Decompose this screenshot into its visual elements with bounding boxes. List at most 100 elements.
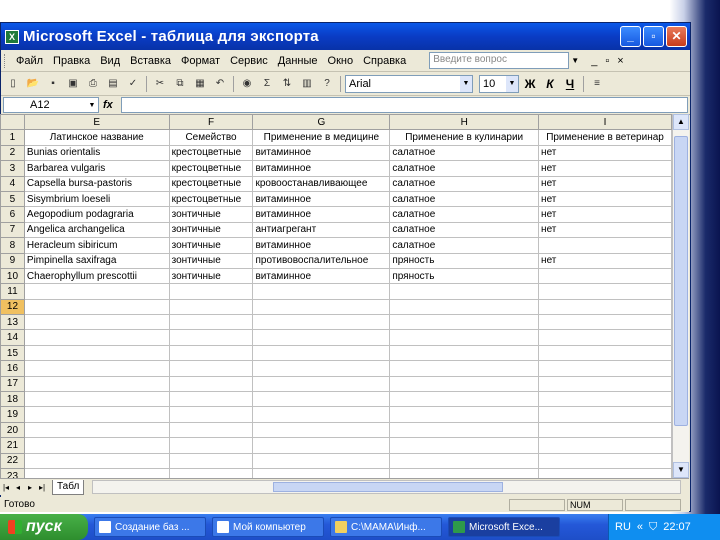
sheet-tab[interactable]: Табл [52, 479, 85, 495]
menu-insert[interactable]: Вставка [125, 55, 176, 67]
sort-icon[interactable]: ⇅ [278, 75, 296, 93]
grid-cell[interactable]: витаминное [252, 144, 391, 162]
underline-button[interactable]: Ч [561, 77, 579, 91]
grid-cell[interactable]: нет [538, 175, 672, 192]
row-header[interactable]: 4 [0, 175, 25, 192]
column-header-e[interactable]: E [23, 114, 170, 131]
grid-cell[interactable]: Barbarea vulgaris [23, 160, 170, 177]
grid-cell[interactable] [252, 406, 391, 423]
chevron-down-icon[interactable]: ▼ [86, 102, 98, 109]
grid-cell[interactable]: пряность [389, 267, 540, 285]
grid-cell[interactable]: салатное [389, 175, 540, 192]
grid-cell[interactable]: Angelica archangelica [23, 221, 170, 239]
grid-cell[interactable] [538, 283, 672, 300]
row-header[interactable]: 11 [0, 283, 25, 300]
grid-cell[interactable]: витаминное [252, 190, 391, 208]
grid-cell[interactable]: нет [538, 252, 672, 269]
grid-cell[interactable] [252, 283, 391, 300]
grid-cell[interactable]: Bunias orientalis [23, 144, 170, 162]
grid-cell[interactable]: витаминное [252, 267, 391, 285]
grid-cell[interactable]: витаминное [252, 206, 391, 223]
grid-cell[interactable]: салатное [389, 190, 540, 208]
grid-cell[interactable]: витаминное [252, 237, 391, 254]
row-header[interactable]: 21 [0, 437, 25, 454]
select-all-corner[interactable] [0, 114, 25, 131]
bold-button[interactable]: Ж [521, 77, 539, 91]
grid-cell[interactable] [389, 314, 540, 331]
grid-cell[interactable] [23, 375, 170, 393]
task-folder[interactable]: C:\МАМА\Инф... [330, 517, 442, 537]
italic-button[interactable]: К [541, 77, 559, 91]
grid-cell[interactable] [23, 467, 170, 478]
grid-cell[interactable] [252, 391, 391, 408]
column-header-i[interactable]: I [538, 114, 672, 131]
font-name-select[interactable]: Arial ▼ [345, 74, 473, 93]
row-header[interactable]: 19 [0, 406, 25, 423]
grid-cell[interactable] [23, 360, 170, 377]
formula-input[interactable] [121, 97, 688, 113]
grid-cell[interactable] [168, 437, 254, 454]
font-size-select[interactable]: 10 ▼ [479, 74, 519, 93]
grid-cell[interactable] [252, 421, 391, 439]
grid-cell[interactable] [252, 375, 391, 393]
grid-cell[interactable] [252, 314, 391, 331]
grid-cell[interactable]: Pimpinella saxifraga [23, 252, 170, 269]
fx-icon[interactable]: fx [103, 99, 117, 111]
row-header[interactable]: 14 [0, 329, 25, 346]
grid-cell[interactable]: зонтичные [168, 267, 254, 285]
grid-cell[interactable] [23, 406, 170, 423]
row-header[interactable]: 7 [0, 221, 25, 239]
row-header[interactable]: 10 [0, 267, 25, 285]
doc-restore-button[interactable]: ▫ [605, 55, 609, 67]
grid-cell[interactable] [252, 360, 391, 377]
minimize-button[interactable]: _ [620, 26, 641, 47]
grid-cell[interactable] [168, 421, 254, 439]
grid-cell[interactable]: противовоспалительное [252, 252, 391, 269]
grid-cell[interactable] [23, 298, 170, 316]
new-icon[interactable]: ▯ [4, 75, 22, 93]
grid-cell[interactable] [23, 314, 170, 331]
save-icon[interactable]: ▪ [44, 75, 62, 93]
grid-cell[interactable] [168, 406, 254, 423]
grid-cell[interactable] [168, 391, 254, 408]
tray-arrow-icon[interactable]: « [637, 521, 643, 533]
grid-cell[interactable]: Семейство [168, 129, 254, 146]
next-sheet-icon[interactable]: ▸ [24, 483, 36, 492]
grid-cell[interactable] [538, 267, 672, 285]
grid-cell[interactable]: Chaerophyllum prescottii [23, 267, 170, 285]
grid-cell[interactable] [389, 360, 540, 377]
grid-cell[interactable] [538, 452, 672, 469]
grid-cell[interactable] [538, 391, 672, 408]
grid-cell[interactable] [168, 375, 254, 393]
row-header[interactable]: 22 [0, 452, 25, 469]
row-header[interactable]: 2 [0, 144, 25, 162]
row-header[interactable]: 16 [0, 360, 25, 377]
spelling-icon[interactable]: ✓ [124, 75, 142, 93]
copy-icon[interactable]: ⧉ [171, 75, 189, 93]
print-icon[interactable]: ⎙ [84, 75, 102, 93]
column-header-g[interactable]: G [252, 114, 391, 131]
vertical-scrollbar[interactable]: ▲ ▼ [672, 114, 689, 478]
grid-cell[interactable] [389, 467, 540, 478]
grid-cell[interactable]: Sisymbrium loeseli [23, 190, 170, 208]
grid-cell[interactable]: кровоостанавливающее [252, 175, 391, 192]
menu-help[interactable]: Справка [358, 55, 411, 67]
grid-cell[interactable]: нет [538, 190, 672, 208]
grid-cell[interactable] [23, 452, 170, 469]
row-header[interactable]: 8 [0, 237, 25, 254]
grid-cell[interactable] [538, 467, 672, 478]
menu-data[interactable]: Данные [273, 55, 323, 67]
close-button[interactable]: ✕ [666, 26, 687, 47]
grid-cell[interactable] [538, 344, 672, 362]
grid-cell[interactable]: крестоцветные [168, 190, 254, 208]
grid-cell[interactable] [252, 467, 391, 478]
start-button[interactable]: пуск [0, 514, 88, 540]
row-header[interactable]: 20 [0, 421, 25, 439]
grid-cell[interactable]: пряность [389, 252, 540, 269]
grid-cell[interactable] [23, 437, 170, 454]
grid-cell[interactable] [168, 298, 254, 316]
doc-close-button[interactable]: × [617, 55, 623, 67]
grid-cell[interactable] [538, 360, 672, 377]
grid-cell[interactable] [538, 314, 672, 331]
grid-cell[interactable] [23, 329, 170, 346]
